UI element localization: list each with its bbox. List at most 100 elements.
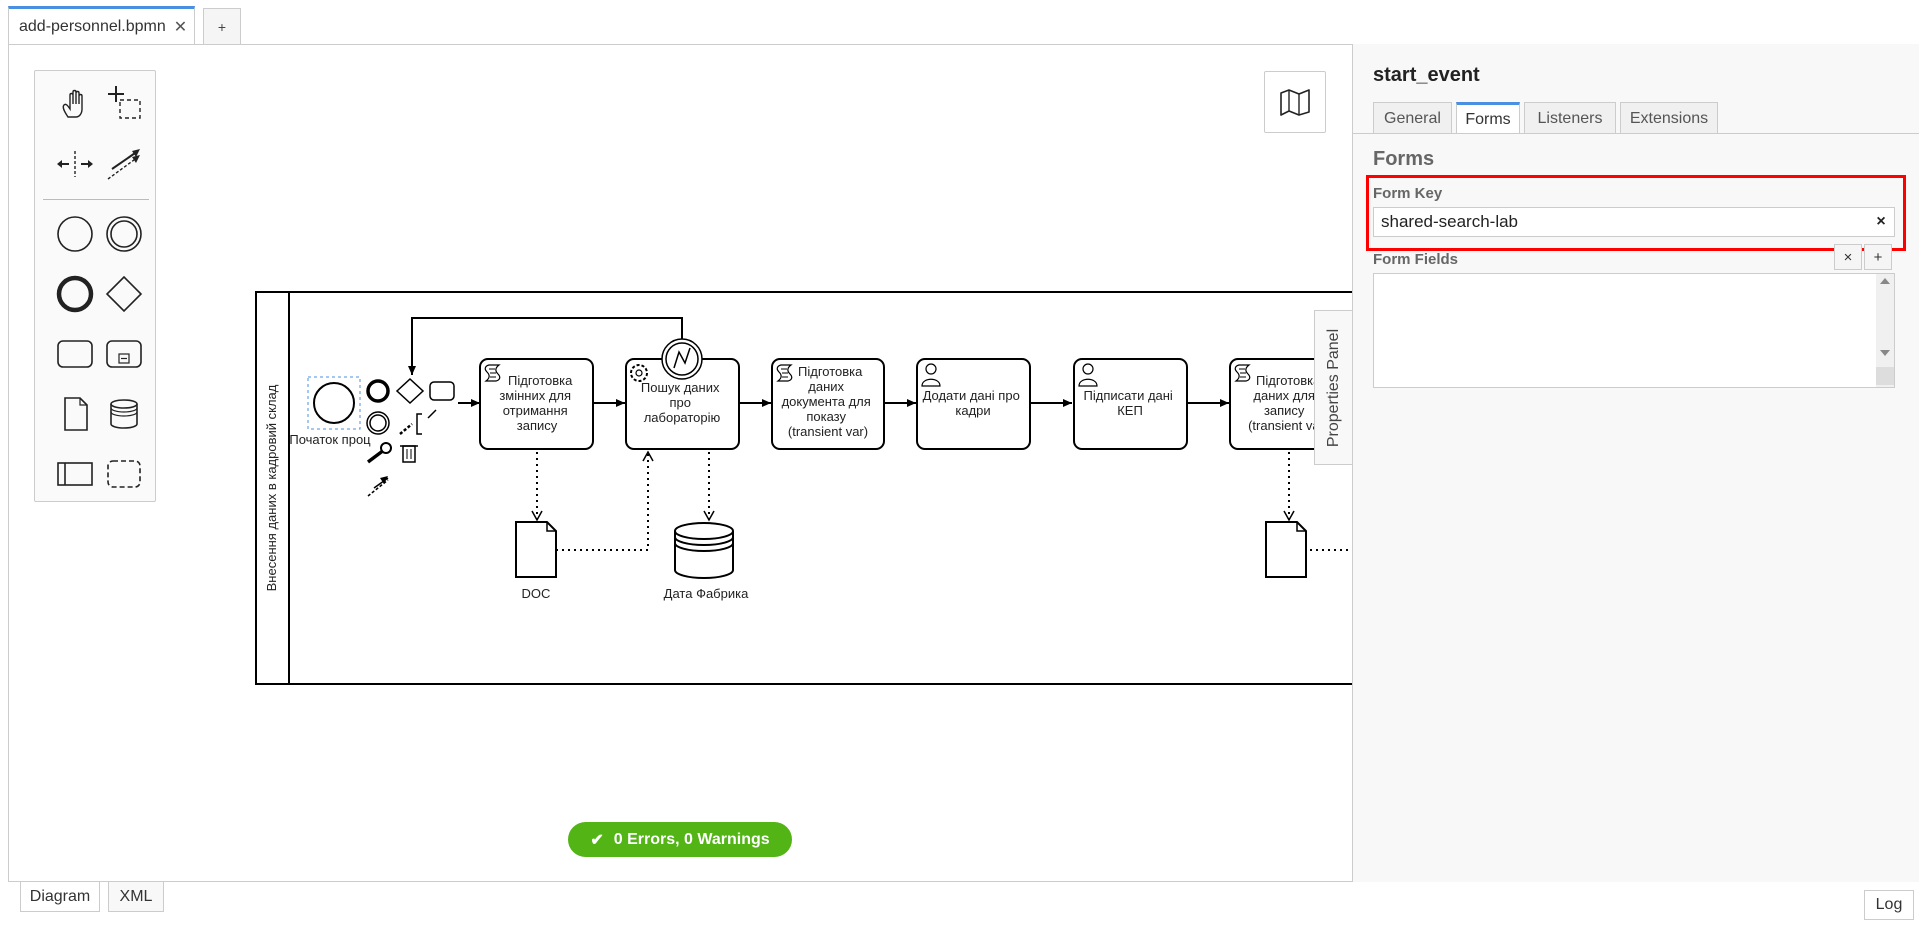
start-event-label: Початок проц (289, 432, 371, 447)
context-task-icon[interactable] (429, 381, 455, 401)
wrench-icon[interactable] (366, 442, 392, 464)
log-button[interactable]: Log (1864, 890, 1914, 920)
validation-status-text: 0 Errors, 0 Warnings (613, 830, 770, 848)
data-store-icon (110, 399, 138, 429)
data-store[interactable] (674, 522, 734, 579)
context-pad[interactable] (366, 377, 455, 497)
gateway-icon (105, 275, 143, 313)
create-subprocess[interactable] (99, 329, 149, 379)
check-icon: ✔ (590, 831, 604, 849)
form-fields-remove-button[interactable]: × (1834, 244, 1862, 270)
task-icon (57, 340, 93, 368)
minimap-toggle-button[interactable] (1264, 71, 1326, 133)
hand-tool[interactable] (50, 79, 100, 129)
trash-icon[interactable] (400, 445, 418, 463)
data-store-label: Дата Фабрика (664, 586, 749, 601)
form-fields-list[interactable] (1373, 273, 1895, 388)
task-3[interactable]: Підготовка даних документа для показу (t… (771, 358, 885, 450)
task-5-line-2: КЕП (1117, 403, 1143, 418)
lasso-tool[interactable] (99, 79, 149, 129)
boundary-error-event-icon[interactable] (661, 338, 703, 380)
task-4-line-2: кадри (955, 403, 990, 418)
tool-palette (34, 70, 156, 502)
task-6-line-2: даних для (1253, 388, 1315, 403)
task-3-line-4: показу (806, 409, 846, 424)
task-4[interactable]: Додати дані про кадри (916, 358, 1031, 450)
properties-panel (1352, 44, 1919, 882)
palette-separator (43, 199, 149, 200)
task-1-line-1: Підготовка (508, 373, 573, 388)
pool-label: Внесення даних в кадровий склад (264, 384, 279, 591)
task-1-line-4: запису (517, 418, 558, 433)
section-title-forms: Forms (1373, 148, 1435, 170)
task-6-line-1: Підготовка (1256, 373, 1321, 388)
connect-icon[interactable] (367, 476, 389, 497)
create-group[interactable] (99, 449, 149, 499)
create-start-event[interactable] (50, 209, 100, 259)
task-5-line-1: Підписати дані (1084, 388, 1173, 403)
data-object-2[interactable] (1265, 521, 1307, 578)
task-3-line-3: документа для (782, 394, 871, 409)
scrollbar[interactable] (1876, 274, 1894, 387)
map-icon (1280, 89, 1310, 116)
task-6-line-3: запису (1264, 403, 1305, 418)
end-event-icon (56, 275, 94, 313)
element-id-title: start_event (1373, 64, 1480, 86)
group-icon (107, 460, 141, 488)
space-tool-icon (57, 151, 93, 177)
context-end-event-icon[interactable] (366, 379, 390, 403)
task-1-line-2: змінних для (499, 388, 571, 403)
hand-icon (62, 89, 83, 118)
context-text-annotation-icon[interactable] (399, 409, 437, 435)
task-2-line-3: лабораторію (644, 410, 721, 425)
create-data-object[interactable] (50, 389, 100, 439)
create-intermediate-event[interactable] (99, 209, 149, 259)
tab-forms[interactable]: Forms (1456, 102, 1520, 134)
data-object-icon (64, 397, 88, 431)
data-object-doc[interactable] (515, 521, 557, 578)
subprocess-icon (106, 340, 142, 368)
create-gateway[interactable] (99, 269, 149, 319)
task-4-line-1: Додати дані про (923, 388, 1020, 403)
form-fields-add-button[interactable]: + (1864, 244, 1892, 270)
resize-handle[interactable] (1876, 367, 1894, 385)
connect-tool-icon (107, 149, 140, 180)
tab-extensions[interactable]: Extensions (1620, 102, 1718, 134)
task-3-line-2: даних (808, 379, 844, 394)
global-connect-tool[interactable] (99, 139, 149, 189)
task-3-line-1: Підготовка (798, 364, 863, 379)
data-associations (531, 450, 1352, 551)
validation-status[interactable]: ✔ 0 Errors, 0 Warnings (568, 822, 792, 857)
scroll-down-icon[interactable] (1880, 350, 1890, 356)
pool-icon (57, 462, 93, 486)
tab-general[interactable]: General (1373, 102, 1452, 134)
tab-listeners[interactable]: Listeners (1524, 102, 1616, 134)
context-gateway-icon[interactable] (395, 377, 425, 405)
task-2-line-1: Пошук даних (641, 380, 720, 395)
xml-tab[interactable]: XML (108, 882, 164, 912)
bpmn-diagram[interactable]: Внесення даних в кадровий склад Початок … (0, 0, 1352, 882)
space-tool[interactable] (50, 139, 100, 189)
task-5[interactable]: Підписати дані КЕП (1073, 358, 1188, 450)
properties-panel-toggle[interactable]: Properties Panel (1314, 310, 1352, 465)
start-event[interactable] (307, 376, 361, 430)
form-key-highlight (1366, 175, 1906, 251)
create-pool[interactable] (50, 449, 100, 499)
create-data-store[interactable] (99, 389, 149, 439)
form-fields-label: Form Fields (1373, 251, 1459, 268)
task-1[interactable]: Підготовка змінних для отримання запису (479, 358, 594, 450)
create-end-event[interactable] (50, 269, 100, 319)
lasso-icon (108, 86, 141, 119)
diagram-tab[interactable]: Diagram (20, 882, 100, 912)
task-1-line-3: отримання (503, 403, 568, 418)
task-3-line-5: (transient var) (788, 424, 868, 439)
task-2[interactable]: Пошук даних про лабораторію (625, 338, 740, 450)
scroll-up-icon[interactable] (1880, 278, 1890, 284)
bottom-bar (0, 882, 1919, 930)
data-object-doc-label: DOC (522, 586, 551, 601)
intermediate-event-icon (106, 216, 142, 252)
pool[interactable] (255, 291, 1352, 685)
create-task[interactable] (50, 329, 100, 379)
properties-panel-toggle-label: Properties Panel (1324, 328, 1342, 447)
tabs-divider (1353, 133, 1919, 134)
